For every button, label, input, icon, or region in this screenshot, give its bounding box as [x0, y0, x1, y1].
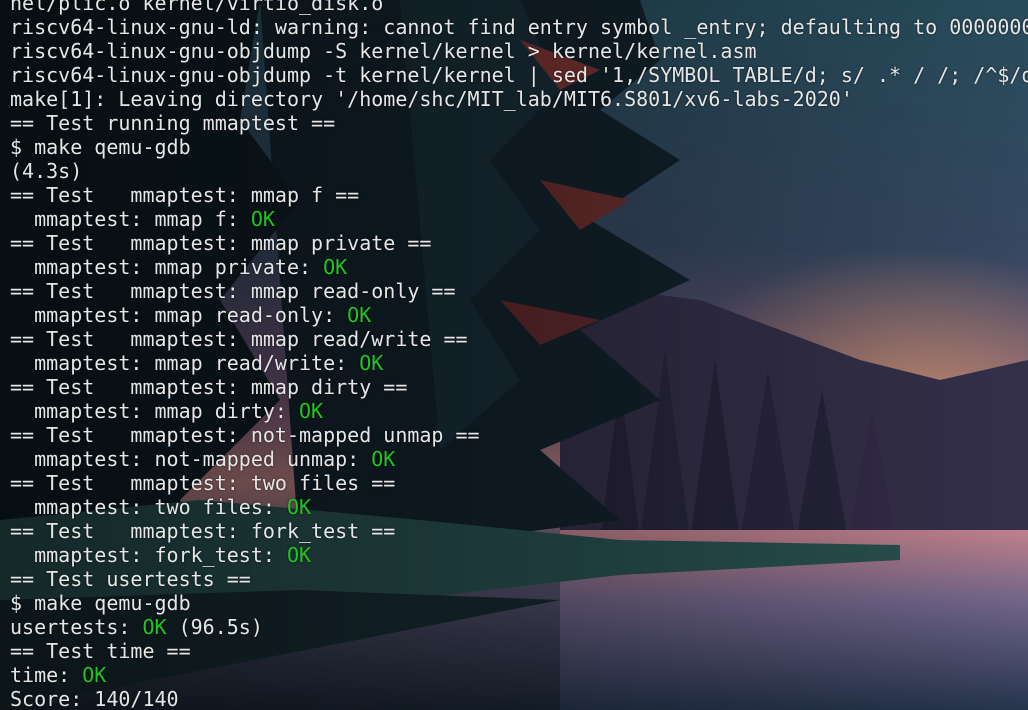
terminal-line-text: $ make qemu-gdb	[10, 591, 191, 615]
terminal-line: mmaptest: mmap read/write: OK	[10, 351, 1028, 375]
status-ok: OK	[347, 303, 372, 327]
terminal-line: time: OK	[10, 663, 1028, 687]
status-ok: OK	[371, 447, 396, 471]
terminal-output: nel/plic.o kernel/virtio_disk.o riscv64-l…	[10, 0, 1028, 710]
status-ok: OK	[323, 255, 348, 279]
terminal-line-text: usertests:	[10, 615, 143, 639]
terminal-line: $ make qemu-gdb	[10, 135, 1028, 159]
status-ok: OK	[142, 615, 167, 639]
status-ok: OK	[82, 663, 107, 687]
terminal-line: nel/plic.o kernel/virtio_disk.o	[10, 0, 1028, 15]
terminal-line-text: == Test mmaptest: fork_test ==	[10, 519, 396, 543]
terminal-line-text: $ make qemu-gdb	[10, 135, 191, 159]
terminal-line: == Test running mmaptest ==	[10, 111, 1028, 135]
terminal-line-text: mmaptest: mmap private:	[10, 255, 324, 279]
terminal-line-text: mmaptest: two files:	[10, 495, 287, 519]
terminal-line: == Test usertests ==	[10, 567, 1028, 591]
terminal-line-suffix: (96.5s)	[166, 615, 263, 639]
terminal-line: mmaptest: mmap dirty: OK	[10, 399, 1028, 423]
terminal-line: mmaptest: mmap f: OK	[10, 207, 1028, 231]
terminal-line: Score: 140/140	[10, 687, 1028, 710]
terminal-line-text: == Test mmaptest: mmap dirty ==	[10, 375, 408, 399]
terminal-window[interactable]: nel/plic.o kernel/virtio_disk.o riscv64-l…	[0, 0, 1028, 710]
status-ok: OK	[298, 399, 324, 423]
terminal-line-text: == Test running mmaptest ==	[10, 111, 336, 135]
terminal-line: mmaptest: not-mapped unmap: OK	[10, 447, 1028, 471]
terminal-line-text: mmaptest: mmap dirty:	[10, 399, 299, 423]
terminal-line: == Test mmaptest: fork_test ==	[10, 519, 1028, 543]
terminal-line: mmaptest: fork_test: OK	[10, 543, 1028, 567]
terminal-line-text: mmaptest: mmap f:	[10, 207, 251, 231]
terminal-line-text: (4.3s)	[10, 159, 83, 183]
status-ok: OK	[359, 351, 384, 375]
terminal-line: == Test mmaptest: mmap read/write ==	[10, 327, 1028, 351]
terminal-line: mmaptest: two files: OK	[10, 495, 1028, 519]
terminal-line: mmaptest: mmap private: OK	[10, 255, 1028, 279]
terminal-line-text: == Test mmaptest: not-mapped unmap ==	[10, 423, 480, 447]
terminal-line-text: mmaptest: fork_test:	[10, 543, 287, 567]
terminal-line: (4.3s)	[10, 159, 1028, 183]
terminal-line-text: riscv64-linux-gnu-objdump -t kernel/kern…	[10, 63, 1028, 87]
status-ok: OK	[286, 495, 312, 519]
terminal-line-text: == Test mmaptest: mmap read-only ==	[10, 279, 456, 303]
terminal-line-text: mmaptest: mmap read/write:	[10, 351, 360, 375]
terminal-line: usertests: OK (96.5s)	[10, 615, 1028, 639]
status-ok: OK	[250, 207, 275, 231]
terminal-line: == Test mmaptest: mmap private ==	[10, 231, 1028, 255]
terminal-line: == Test mmaptest: mmap read-only ==	[10, 279, 1028, 303]
terminal-line: == Test mmaptest: mmap dirty ==	[10, 375, 1028, 399]
terminal-line: == Test mmaptest: not-mapped unmap ==	[10, 423, 1028, 447]
terminal-line-text: riscv64-linux-gnu-ld: warning: cannot fi…	[10, 15, 1028, 39]
terminal-line: == Test mmaptest: mmap f ==	[10, 183, 1028, 207]
terminal-line: mmaptest: mmap read-only: OK	[10, 303, 1028, 327]
terminal-line-text: == Test usertests ==	[10, 567, 251, 591]
terminal-line-text: == Test mmaptest: mmap f ==	[10, 183, 360, 207]
terminal-line-text: time:	[10, 663, 83, 687]
terminal-line-text: mmaptest: not-mapped unmap:	[10, 447, 372, 471]
terminal-line: riscv64-linux-gnu-objdump -S kernel/kern…	[10, 39, 1028, 63]
terminal-line-text: == Test mmaptest: mmap private ==	[10, 231, 432, 255]
terminal-line-text: make[1]: Leaving directory '/home/shc/MI…	[10, 87, 853, 111]
terminal-line: $ make qemu-gdb	[10, 591, 1028, 615]
terminal-line-text: riscv64-linux-gnu-objdump -S kernel/kern…	[10, 39, 757, 63]
terminal-line-text: mmaptest: mmap read-only:	[10, 303, 348, 327]
terminal-line: riscv64-linux-gnu-ld: warning: cannot fi…	[10, 15, 1028, 39]
terminal-line-text: Score: 140/140	[10, 687, 179, 710]
terminal-line: == Test time ==	[10, 639, 1028, 663]
terminal-line-text: == Test mmaptest: two files ==	[10, 471, 396, 495]
terminal-line-text: == Test mmaptest: mmap read/write ==	[10, 327, 468, 351]
terminal-line: make[1]: Leaving directory '/home/shc/MI…	[10, 87, 1028, 111]
status-ok: OK	[286, 543, 312, 567]
terminal-line: == Test mmaptest: two files ==	[10, 471, 1028, 495]
terminal-line: riscv64-linux-gnu-objdump -t kernel/kern…	[10, 63, 1028, 87]
terminal-line-text: nel/plic.o kernel/virtio_disk.o	[10, 0, 384, 15]
terminal-line-text: == Test time ==	[10, 639, 191, 663]
